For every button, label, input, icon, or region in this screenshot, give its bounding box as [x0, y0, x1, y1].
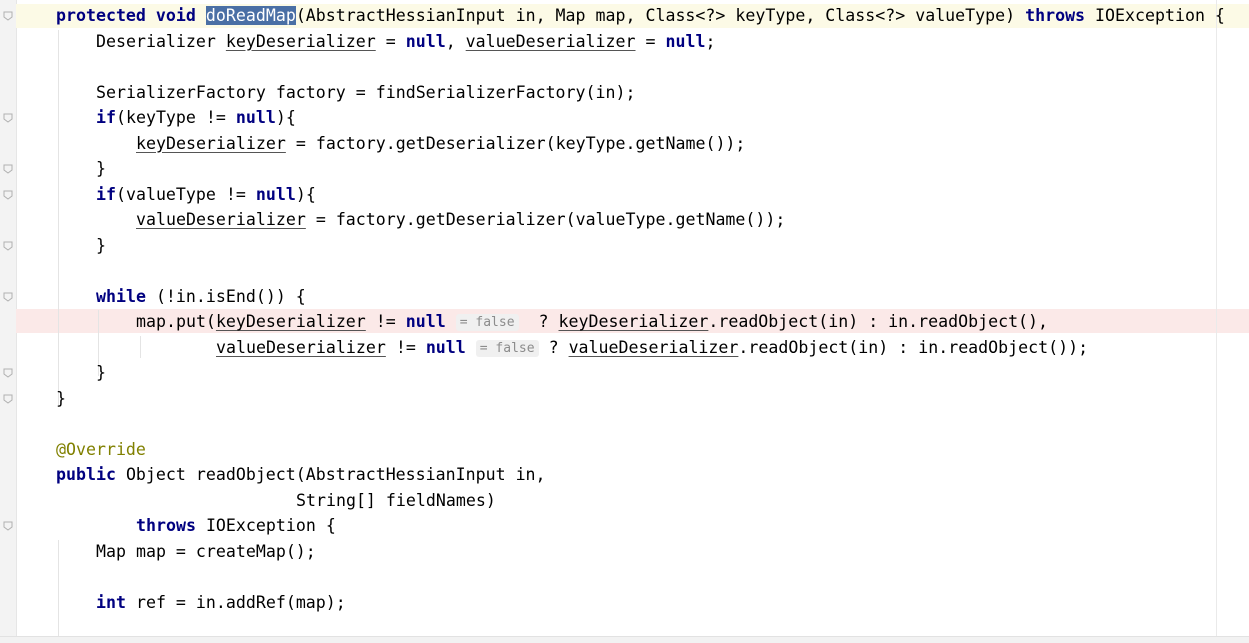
fold-marker-icon[interactable] [3, 394, 13, 404]
code-line[interactable]: if(valueType != null){ [96, 182, 316, 207]
keyword-token: null [405, 312, 446, 331]
code-line[interactable]: @Override [56, 437, 146, 462]
code-token: = factory.getDeserializer(keyType.getNam… [285, 133, 746, 153]
code-token: ? [518, 312, 559, 331]
keyword-token: if [96, 184, 116, 204]
code-line[interactable]: Deserializer keyDeserializer = null, val… [96, 29, 715, 54]
keyword-token: void [155, 6, 196, 25]
fold-marker-icon[interactable] [3, 368, 13, 378]
code-editor[interactable]: protected void doReadMap(AbstractHessian… [0, 0, 1249, 643]
code-line[interactable]: int ref = in.addRef(map); [96, 590, 346, 615]
field-reference: valueDeserializer [465, 31, 636, 51]
code-token: .readObject(in) : in.readObject()); [738, 337, 1089, 357]
keyword-token: throws [136, 516, 196, 535]
field-reference: valueDeserializer [216, 337, 386, 357]
fold-marker-icon[interactable] [3, 11, 13, 21]
keyword-token: throws [1025, 6, 1086, 25]
keyword-token: int [96, 592, 126, 612]
code-token: .readObject(in) : in.readObject(), [708, 312, 1049, 331]
editor-gutter[interactable] [0, 0, 17, 643]
right-margin-guide [1216, 0, 1217, 643]
code-token: map.put( [136, 312, 216, 331]
code-line[interactable]: String[] fieldNames) [296, 488, 496, 513]
keyword-token: null [665, 31, 706, 51]
code-token: (AbstractHessianInput in, Map map, Class… [295, 6, 1026, 25]
code-line[interactable]: keyDeserializer = factory.getDeserialize… [136, 131, 745, 156]
keyword-token: null [255, 184, 296, 204]
keyword-token: null [235, 108, 276, 127]
code-token: = [635, 31, 666, 51]
fold-marker-icon[interactable] [3, 190, 13, 200]
keyword-token: null [425, 337, 466, 357]
code-token: String[] fieldNames) [296, 490, 496, 510]
code-line[interactable]: protected void doReadMap(AbstractHessian… [56, 3, 1225, 28]
code-token: ref = in.addRef(map); [125, 592, 346, 612]
indent-guide [140, 336, 141, 358]
code-token: ){ [275, 108, 296, 127]
field-reference: keyDeserializer [215, 312, 366, 331]
code-token: = factory.getDeserializer(valueType.getN… [305, 210, 786, 229]
field-reference: valueDeserializer [136, 210, 306, 229]
code-token: IOException { [195, 516, 336, 535]
keyword-token: protected [56, 6, 146, 25]
indent-guide [58, 540, 59, 636]
code-token: } [96, 159, 106, 178]
code-token: Map map = createMap(); [96, 541, 316, 561]
horizontal-scrollbar[interactable] [0, 636, 1249, 643]
annotation-token: @Override [56, 439, 146, 459]
code-line[interactable]: } [56, 386, 66, 411]
code-token: } [56, 388, 66, 408]
indent-guide [58, 30, 59, 405]
fold-marker-icon[interactable] [3, 113, 13, 123]
field-reference: keyDeserializer [225, 31, 376, 51]
code-token: SerializerFactory factory = findSerializ… [96, 82, 636, 102]
selected-identifier: doReadMap [205, 6, 296, 25]
keyword-token: while [96, 286, 146, 306]
code-token: ){ [295, 184, 316, 204]
code-token: , [445, 31, 466, 51]
code-token: = [375, 31, 406, 51]
inlay-hint: = false [475, 339, 539, 357]
fold-marker-icon[interactable] [3, 164, 13, 174]
code-token: Object readObject(AbstractHessianInput i… [115, 465, 546, 484]
code-line[interactable]: valueDeserializer != null = false ? valu… [216, 335, 1088, 360]
code-line[interactable]: Map map = createMap(); [96, 539, 316, 564]
code-token: ? [538, 337, 569, 357]
code-token: } [96, 363, 106, 382]
code-token: ; [705, 31, 716, 51]
inlay-hint: = false [455, 314, 519, 331]
code-line[interactable]: if(keyType != null){ [96, 105, 296, 130]
code-token: != [385, 337, 426, 357]
code-token: (keyType != [115, 108, 236, 127]
code-line[interactable]: } [96, 360, 106, 385]
field-reference: keyDeserializer [558, 312, 709, 331]
keyword-token: null [405, 31, 446, 51]
field-reference: valueDeserializer [568, 337, 739, 357]
fold-marker-icon[interactable] [3, 521, 13, 531]
code-line[interactable]: while (!in.isEnd()) { [96, 284, 306, 309]
fold-marker-icon[interactable] [3, 241, 13, 251]
keyword-token: if [96, 108, 116, 127]
code-line[interactable]: valueDeserializer = factory.getDeseriali… [136, 207, 785, 232]
code-token: (!in.isEnd()) { [145, 286, 306, 306]
field-reference: keyDeserializer [136, 133, 286, 153]
code-line[interactable]: throws IOException { [136, 513, 336, 538]
code-line[interactable]: map.put(keyDeserializer != null = false … [136, 309, 1048, 334]
code-line[interactable]: public Object readObject(AbstractHessian… [56, 462, 546, 487]
code-token: } [96, 235, 106, 255]
fold-marker-icon[interactable] [3, 292, 13, 302]
code-line[interactable]: SerializerFactory factory = findSerializ… [96, 80, 635, 105]
code-line[interactable]: } [96, 233, 106, 258]
code-token: != [365, 312, 406, 331]
code-token: IOException { [1085, 6, 1225, 25]
code-token: (valueType != [115, 184, 256, 204]
keyword-token: public [56, 465, 116, 484]
code-token: Deserializer [96, 31, 226, 51]
code-line[interactable]: } [96, 156, 106, 181]
